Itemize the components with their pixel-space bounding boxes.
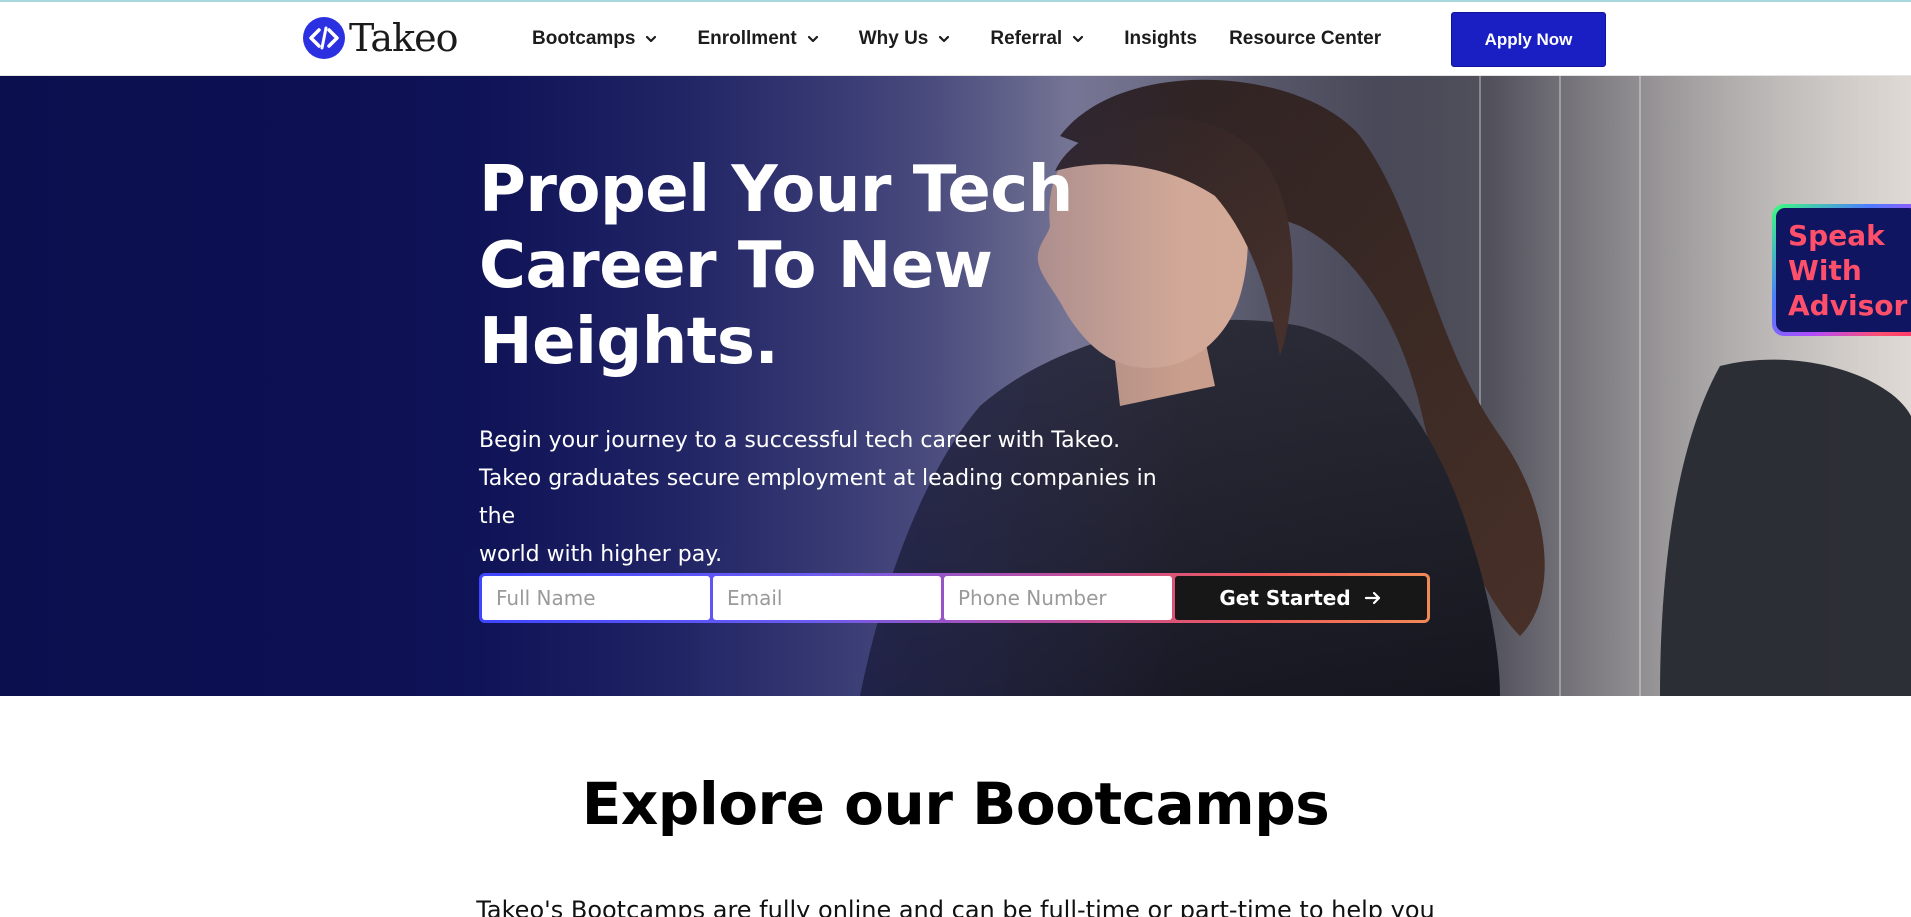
get-started-label: Get Started	[1219, 586, 1351, 610]
nav-menu: Bootcamps Enrollment Why Us Referral Ins…	[532, 2, 1381, 76]
advisor-label-line: Speak	[1788, 219, 1885, 252]
get-started-button[interactable]: Get Started	[1175, 576, 1427, 620]
hero-title-line: Career To New	[479, 229, 993, 303]
nav-item-label: Resource Center	[1229, 28, 1382, 49]
brand-name: Takeo	[349, 16, 458, 60]
hero-subtitle-line: Takeo graduates secure employment at lea…	[479, 466, 1157, 529]
hero-section: Propel Your Tech Career To New Heights. …	[0, 76, 1911, 696]
main-navigation: Takeo Bootcamps Enrollment Why Us Referr…	[0, 2, 1911, 76]
phone-number-input[interactable]	[944, 576, 1172, 620]
nav-item-enrollment[interactable]: Enrollment	[697, 28, 819, 50]
nav-item-label: Referral	[990, 28, 1063, 49]
hero-subtitle: Begin your journey to a successful tech …	[479, 422, 1179, 574]
bootcamps-section-title: Explore our Bootcamps	[581, 770, 1330, 838]
chevron-down-icon	[1073, 35, 1084, 43]
nav-item-insights[interactable]: Insights	[1124, 28, 1197, 50]
hero-title-line: Propel Your Tech	[479, 153, 1073, 227]
apply-now-button[interactable]: Apply Now	[1451, 12, 1606, 67]
nav-item-label: Why Us	[858, 28, 929, 49]
arrow-right-icon	[1364, 591, 1380, 605]
chevron-down-icon	[646, 35, 657, 43]
nav-item-label: Insights	[1124, 28, 1198, 49]
advisor-label-line: Advisor	[1788, 289, 1908, 322]
nav-item-referral[interactable]: Referral	[990, 28, 1085, 50]
hero-title: Propel Your Tech Career To New Heights.	[479, 152, 1099, 380]
nav-item-resource-center[interactable]: Resource Center	[1229, 28, 1381, 50]
hero-title-line: Heights.	[479, 305, 779, 379]
speak-with-advisor-button[interactable]: Speak With Advisor	[1772, 204, 1911, 336]
advisor-button-body: Speak With Advisor	[1776, 208, 1911, 332]
bootcamps-intro-text: Takeo's Bootcamps are fully online and c…	[476, 896, 1435, 917]
nav-item-label: Bootcamps	[532, 28, 636, 49]
takeo-logo[interactable]: Takeo	[303, 16, 458, 60]
code-brackets-icon	[303, 17, 345, 59]
chevron-down-icon	[939, 35, 950, 43]
nav-item-why-us[interactable]: Why Us	[859, 28, 952, 50]
lead-capture-form: Get Started	[479, 573, 1430, 623]
email-input[interactable]	[713, 576, 941, 620]
hero-subtitle-line: Begin your journey to a successful tech …	[479, 428, 1121, 453]
nav-item-label: Enrollment	[697, 28, 797, 49]
nav-item-bootcamps[interactable]: Bootcamps	[532, 28, 658, 50]
advisor-label-line: With	[1788, 254, 1862, 287]
chevron-down-icon	[807, 35, 818, 43]
hero-subtitle-line: world with higher pay.	[479, 542, 723, 567]
full-name-input[interactable]	[482, 576, 710, 620]
